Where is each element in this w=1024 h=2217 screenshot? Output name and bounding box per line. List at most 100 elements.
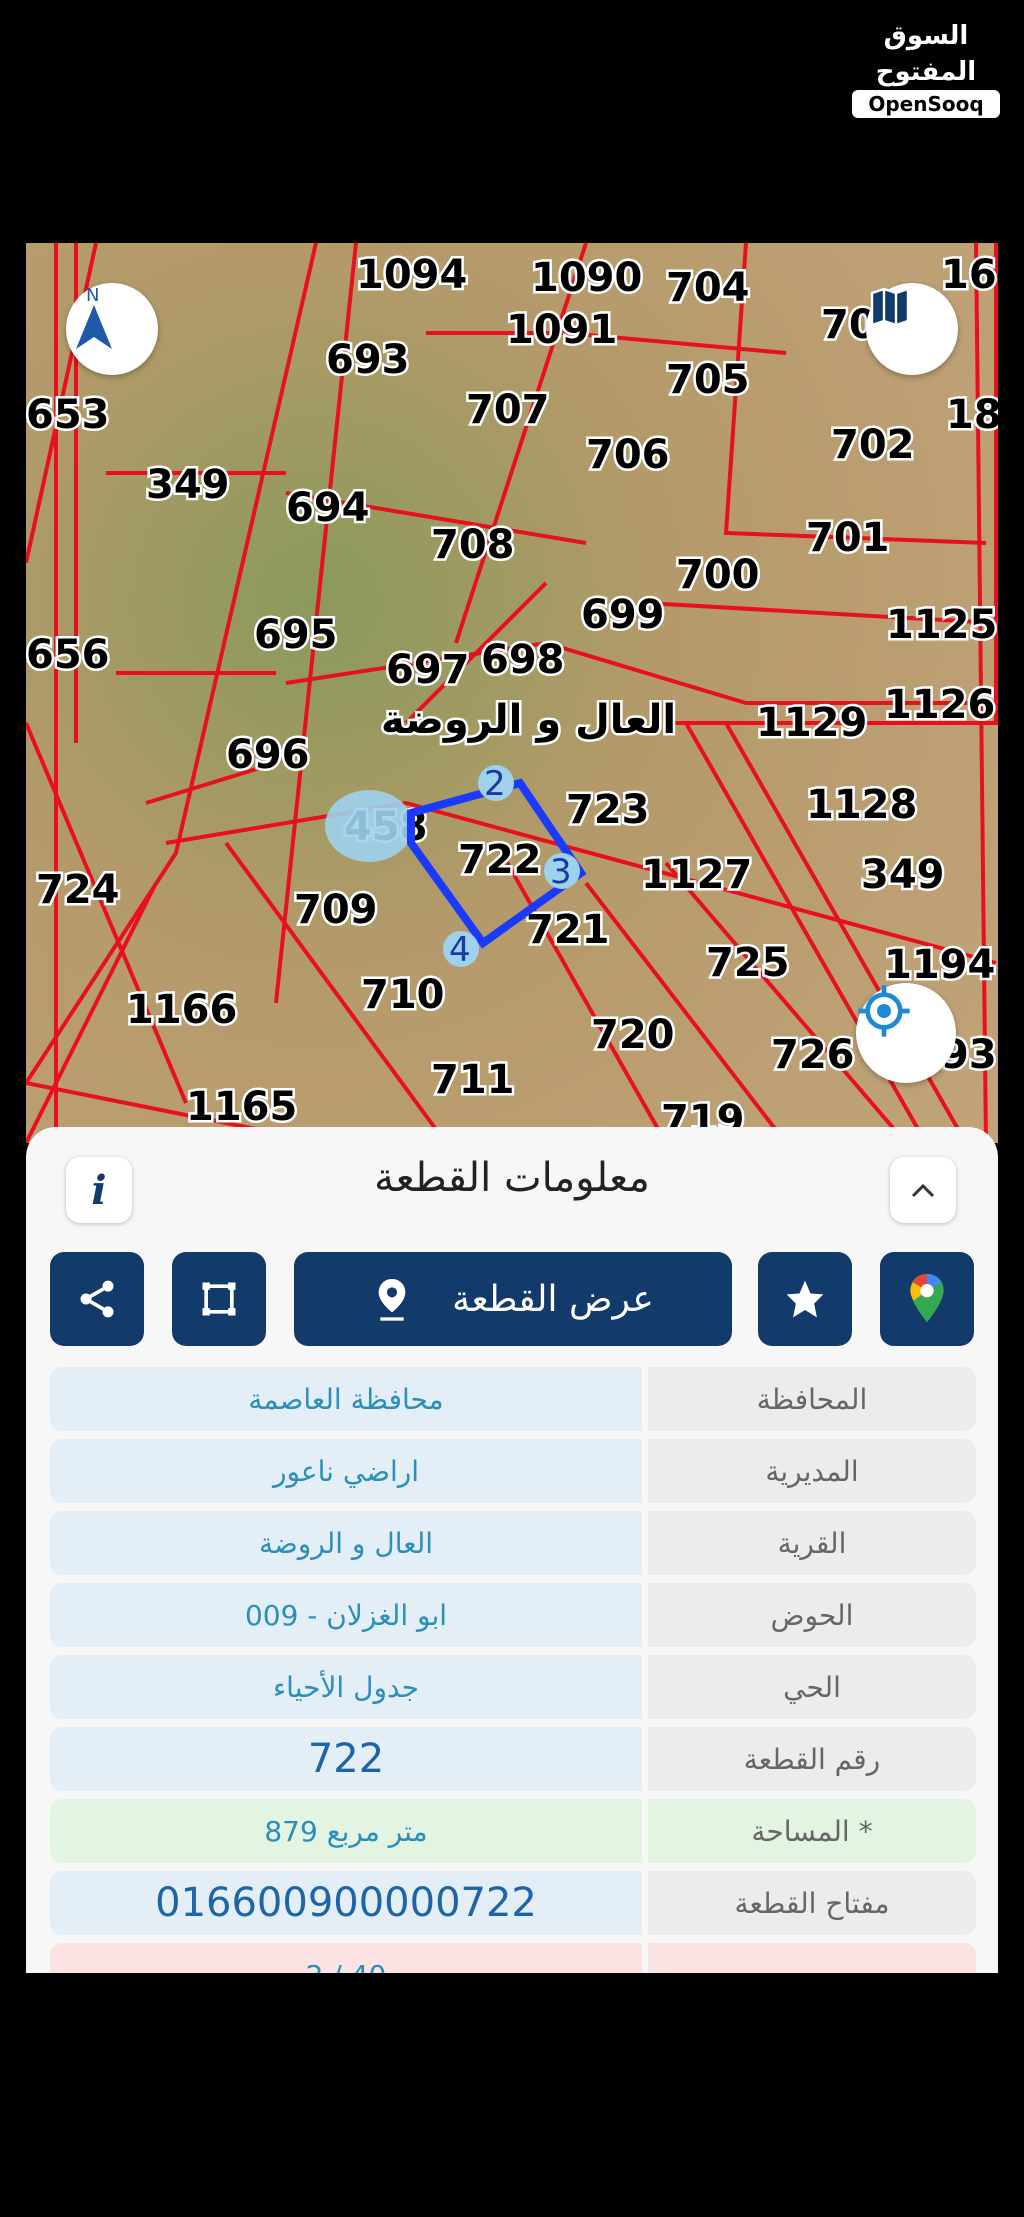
table-row: ابو الغزلان - 009 الحوض <box>50 1583 976 1647</box>
parcel-number-value: 722 <box>50 1727 642 1791</box>
polygon-icon <box>202 1282 236 1316</box>
parcel-label[interactable]: 706 <box>584 430 673 481</box>
map-icon <box>870 287 910 327</box>
parcel-label[interactable]: 709 <box>292 885 381 936</box>
chevron-up-icon <box>911 1183 935 1198</box>
north-arrow-icon: N <box>76 285 112 349</box>
map-layers-button[interactable] <box>866 283 958 375</box>
parcel-label[interactable]: 698 <box>479 635 568 686</box>
parcel-label-selected[interactable]: 722 <box>456 835 545 886</box>
share-icon <box>80 1280 114 1318</box>
app-screen: 1094 1090 704 16 70 693 1091 705 653 18 … <box>26 243 998 1973</box>
basin-label: الحوض <box>648 1583 976 1647</box>
parcel-label[interactable]: 697 <box>384 645 473 696</box>
parcel-label[interactable]: 710 <box>359 970 448 1021</box>
share-button[interactable] <box>50 1252 144 1346</box>
parcel-label[interactable]: 16 <box>939 250 999 301</box>
google-maps-icon <box>910 1274 944 1323</box>
parcel-label[interactable]: 711 <box>429 1055 518 1106</box>
compass-button[interactable]: N <box>66 283 158 375</box>
parcel-label[interactable]: 1128 <box>804 780 920 831</box>
parcel-info-panel: i معلومات القطعة عرض القطعة محافظة العاص… <box>26 1127 998 1973</box>
parcel-label[interactable]: 1094 <box>354 250 470 301</box>
directorate-label: المديرية <box>648 1439 976 1503</box>
parcel-label[interactable]: 726 <box>769 1030 858 1081</box>
parcel-label[interactable]: 349 <box>144 460 233 511</box>
parcel-label[interactable]: 1126 <box>882 680 998 731</box>
parcel-label[interactable]: 653 <box>26 390 112 441</box>
locate-icon <box>858 985 910 1037</box>
google-maps-button[interactable] <box>880 1252 974 1346</box>
watermark-arabic: السوق المفتوح <box>875 21 977 87</box>
directorate-value: اراضي ناعور <box>50 1439 642 1503</box>
vertex-label: 3 <box>550 852 572 892</box>
my-location-button[interactable] <box>856 983 956 1083</box>
parcel-label[interactable]: 1194 <box>882 940 998 991</box>
table-row: جدول الأحياء الحي <box>50 1655 976 1719</box>
parcel-label[interactable]: 705 <box>664 355 753 406</box>
parcel-key-value: 016600900000722 <box>50 1871 642 1935</box>
table-row: 016600900000722 مفتاح القطعة <box>50 1871 976 1935</box>
parcel-label[interactable]: 18 <box>944 390 999 441</box>
parcel-label[interactable]: 699 <box>579 590 668 641</box>
parcel-label[interactable]: 721 <box>524 905 613 956</box>
parcel-label[interactable]: 702 <box>829 420 918 471</box>
parcel-label[interactable]: 707 <box>464 385 553 436</box>
parcel-label[interactable]: 693 <box>324 335 413 386</box>
village-value: العال و الروضة <box>50 1511 642 1575</box>
parcel-label[interactable]: 656 <box>26 630 112 681</box>
collapse-button[interactable] <box>890 1157 956 1223</box>
parcel-label[interactable]: 1165 <box>184 1082 300 1133</box>
watermark-english: OpenSooq <box>852 90 1000 118</box>
area-value: 879 متر مربع <box>50 1799 642 1863</box>
parcel-label[interactable]: 1166 <box>124 985 240 1036</box>
table-row: العال و الروضة القرية <box>50 1511 976 1575</box>
star-icon <box>786 1280 824 1318</box>
parcel-label[interactable]: 1091 <box>504 305 620 356</box>
neighborhood-value: جدول الأحياء <box>50 1655 642 1719</box>
vertex-label: 2 <box>484 764 506 804</box>
show-parcel-button[interactable]: عرض القطعة <box>294 1252 732 1346</box>
table-row: 879 متر مربع المساحة * <box>50 1799 976 1863</box>
table-row: محافظة العاصمة المحافظة <box>50 1367 976 1431</box>
basin-value: ابو الغزلان - 009 <box>50 1583 642 1647</box>
parcel-key-label: مفتاح القطعة <box>648 1871 976 1935</box>
village-label: العال و الروضة <box>381 697 676 743</box>
location-pin-icon <box>378 1279 406 1321</box>
table-row: 722 رقم القطعة <box>50 1727 976 1791</box>
parcel-label[interactable]: 1125 <box>884 600 999 651</box>
vertex-label: 4 <box>449 930 471 970</box>
area-label: المساحة * <box>648 1799 976 1863</box>
table-row: اراضي ناعور المديرية <box>50 1439 976 1503</box>
parcel-458-highlight[interactable] <box>325 790 413 862</box>
village-label: القرية <box>648 1511 976 1575</box>
parcel-number-label: رقم القطعة <box>648 1727 976 1791</box>
partial-row-label <box>648 1943 976 1973</box>
parcel-label[interactable]: 725 <box>704 938 793 989</box>
show-parcel-label: عرض القطعة <box>452 1278 654 1320</box>
favorite-button[interactable] <box>758 1252 852 1346</box>
parcel-label[interactable]: 696 <box>224 730 313 781</box>
parcel-map[interactable]: 1094 1090 704 16 70 693 1091 705 653 18 … <box>26 243 998 1143</box>
table-row: 2 / 40 <box>50 1943 976 1973</box>
parcel-label[interactable]: 708 <box>429 520 518 571</box>
map-view[interactable]: 1094 1090 704 16 70 693 1091 705 653 18 … <box>26 243 998 1143</box>
parcel-details-table: محافظة العاصمة المحافظة اراضي ناعور المد… <box>50 1367 976 1973</box>
parcel-label[interactable]: 701 <box>804 513 893 564</box>
panel-title: معلومات القطعة <box>374 1155 650 1201</box>
partial-row-value: 2 / 40 <box>50 1943 642 1973</box>
parcel-label[interactable]: 720 <box>589 1010 678 1061</box>
parcel-label[interactable]: 704 <box>664 263 753 314</box>
boundary-button[interactable] <box>172 1252 266 1346</box>
parcel-label[interactable]: 694 <box>284 483 373 534</box>
parcel-label[interactable]: 695 <box>252 610 341 661</box>
parcel-label[interactable]: 1127 <box>639 850 755 901</box>
parcel-label[interactable]: 349 <box>859 850 948 901</box>
governorate-label: المحافظة <box>648 1367 976 1431</box>
parcel-label[interactable]: 1090 <box>529 253 645 304</box>
opensooq-watermark: السوق المفتوح OpenSooq <box>852 18 1000 118</box>
parcel-label[interactable]: 700 <box>674 550 763 601</box>
parcel-label[interactable]: 724 <box>34 865 123 916</box>
parcel-label[interactable]: 1129 <box>754 698 870 749</box>
parcel-label[interactable]: 723 <box>564 785 653 836</box>
